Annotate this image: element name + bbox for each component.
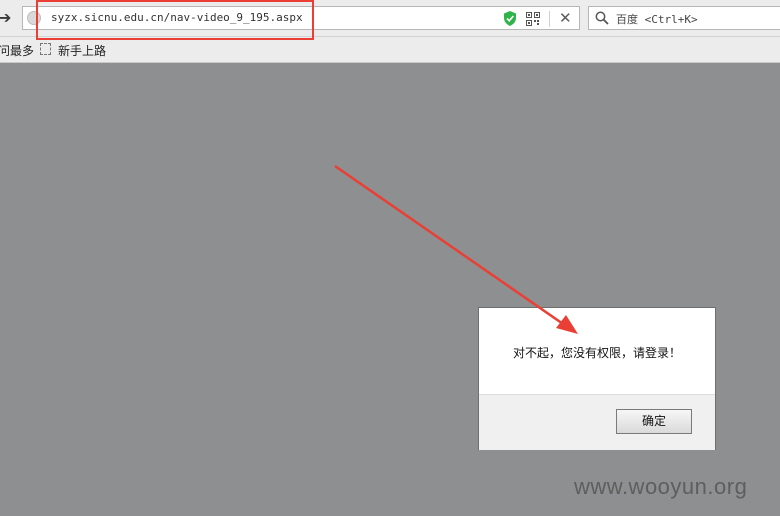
- search-bar[interactable]: 百度 <Ctrl+K>: [588, 6, 780, 30]
- close-icon[interactable]: ✕: [559, 9, 572, 27]
- address-bar-divider: [549, 11, 550, 27]
- bookmark-getting-started[interactable]: 新手上路: [58, 42, 106, 59]
- search-shortcut: <Ctrl+K>: [644, 13, 698, 26]
- bookmark-most-visited[interactable]: 访问最多: [0, 42, 34, 59]
- dialog-footer: 确定: [479, 394, 715, 450]
- annotation-highlight-box: [36, 0, 314, 40]
- bookmarks-bar: 访问最多 新手上路: [0, 37, 780, 63]
- ok-button[interactable]: 确定: [616, 409, 692, 434]
- search-engine-name: 百度: [616, 13, 638, 26]
- qr-code-icon[interactable]: [526, 12, 540, 26]
- search-icon: [595, 11, 609, 25]
- permission-dialog: 对不起，您没有权限，请登录！ 确定: [478, 307, 716, 450]
- search-placeholder[interactable]: 百度 <Ctrl+K>: [616, 11, 698, 27]
- shield-icon[interactable]: [503, 11, 517, 26]
- bookmark-page-icon: [40, 43, 51, 55]
- dialog-message: 对不起，您没有权限，请登录！: [512, 346, 681, 360]
- watermark: www.wooyun.org: [574, 474, 748, 499]
- forward-arrow-icon[interactable]: ➔: [0, 8, 12, 28]
